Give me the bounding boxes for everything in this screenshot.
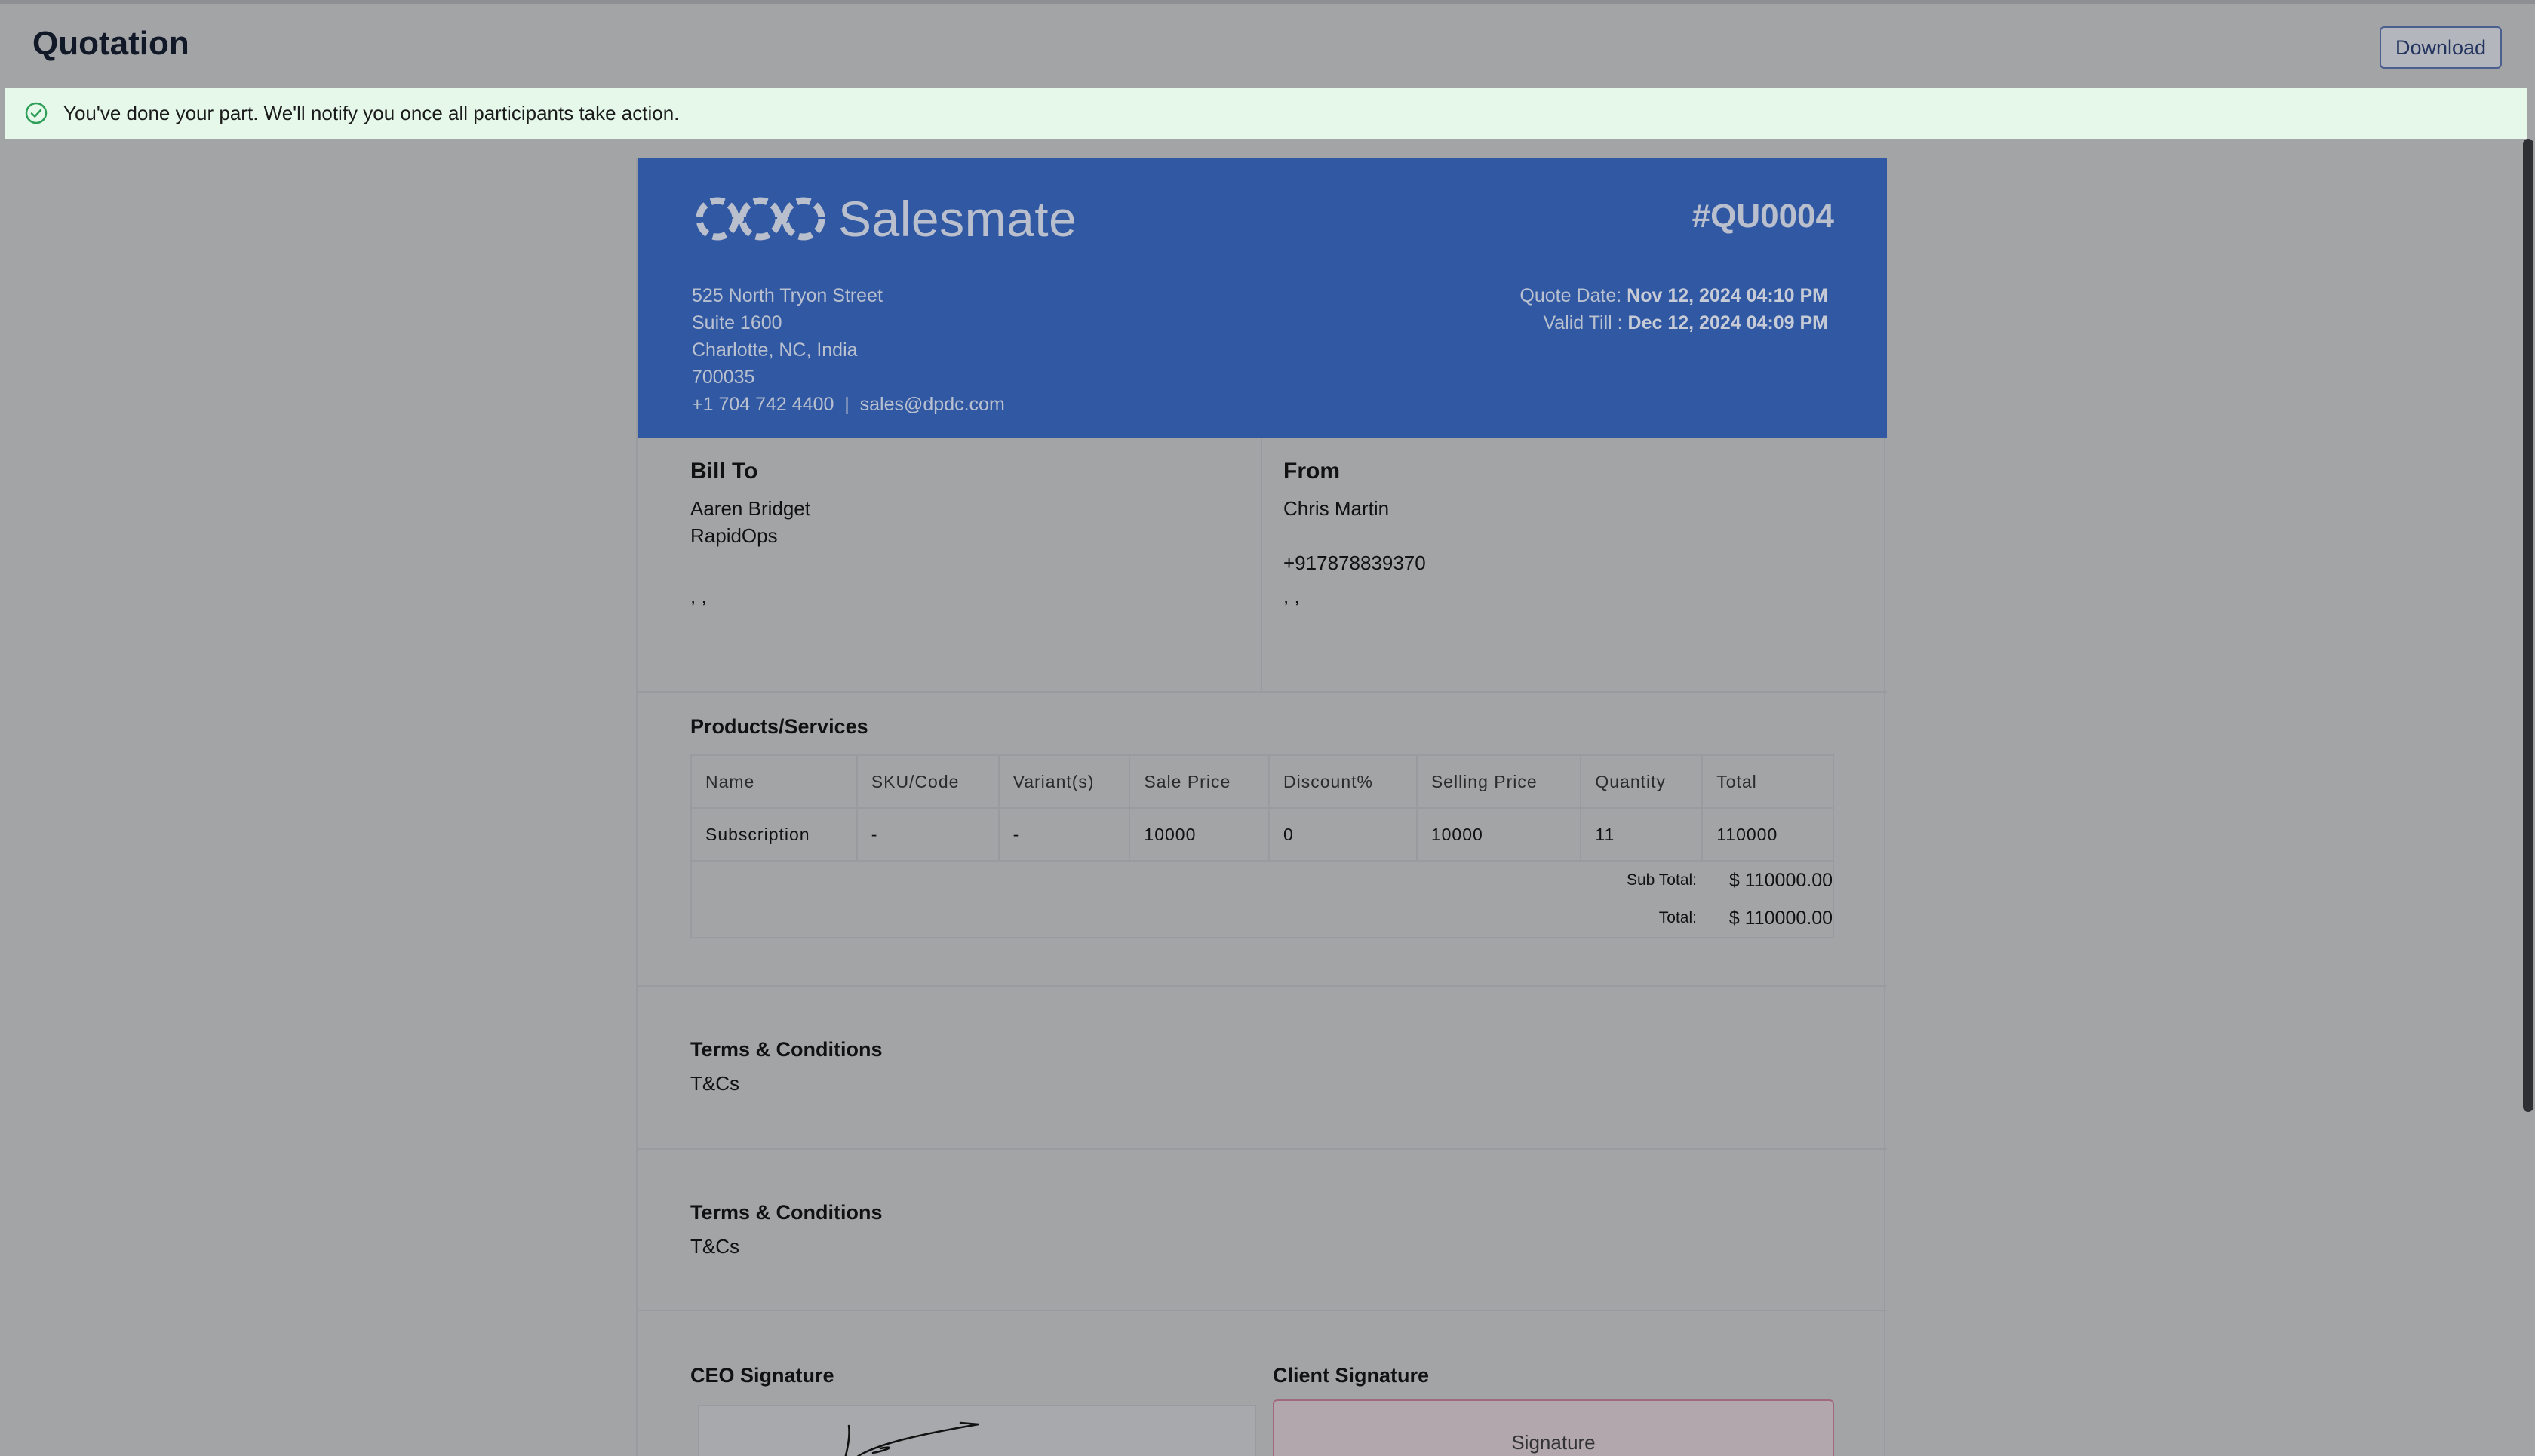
company-contact: +1 704 742 4400 | sales@dpdc.com bbox=[692, 394, 1005, 415]
quotation-document: Salesmate #QU0004 525 North Tryon Street… bbox=[636, 158, 1887, 1456]
column-header: SKU/Code bbox=[856, 754, 1000, 809]
download-button[interactable]: Download bbox=[2380, 26, 2502, 69]
total-row: Total: $ 110000.00 bbox=[1546, 899, 1833, 937]
page-title: Quotation bbox=[32, 25, 189, 62]
totals-block: Sub Total: $ 110000.00 Total: $ 110000.0… bbox=[690, 862, 1834, 938]
page-header: Quotation Download bbox=[0, 4, 2535, 87]
quote-date-label: Quote Date: bbox=[1519, 285, 1622, 306]
table-cell: 10000 bbox=[1129, 807, 1271, 862]
bill-to-name: Aaren Bridget bbox=[690, 497, 810, 520]
bill-to-company: RapidOps bbox=[690, 524, 778, 547]
section-divider bbox=[638, 985, 1887, 987]
table-cell: 11 bbox=[1580, 807, 1704, 862]
quote-number: #QU0004 bbox=[1692, 198, 1834, 235]
address-line: Suite 1600 bbox=[692, 312, 782, 333]
table-header-row: Name SKU/Code Variant(s) Sale Price Disc… bbox=[690, 754, 1834, 809]
quote-date: Nov 12, 2024 04:10 PM bbox=[1627, 285, 1828, 306]
table-cell: - bbox=[997, 807, 1131, 862]
client-signature-label: Client Signature bbox=[1273, 1364, 1430, 1387]
check-circle-icon bbox=[25, 102, 48, 124]
bill-to-address: , , bbox=[690, 585, 707, 607]
ceo-signature-box bbox=[698, 1405, 1256, 1456]
subtotal-row: Sub Total: $ 110000.00 bbox=[1546, 862, 1833, 899]
terms-heading: Terms & Conditions bbox=[690, 1201, 883, 1224]
from-heading: From bbox=[1283, 459, 1340, 484]
table-cell: - bbox=[856, 807, 1000, 862]
page-scrollbar[interactable] bbox=[2520, 139, 2535, 1456]
ceo-signature-image bbox=[844, 1421, 979, 1456]
address-line: Charlotte, NC, India bbox=[692, 339, 858, 361]
terms-section: Terms & Conditions T&Cs bbox=[690, 1201, 883, 1258]
address-line: 525 North Tryon Street bbox=[692, 285, 883, 306]
products-table: Name SKU/Code Variant(s) Sale Price Disc… bbox=[690, 754, 1834, 862]
quote-dates: Quote Date: Nov 12, 2024 04:10 PM Valid … bbox=[1519, 282, 1828, 336]
banner-message: You've done your part. We'll notify you … bbox=[63, 101, 680, 124]
subtotal-value: $ 110000.00 bbox=[1728, 869, 1833, 891]
bill-to-block: Bill To Aaren Bridget RapidOps , , bbox=[638, 438, 1262, 693]
success-banner: You've done your part. We'll notify you … bbox=[5, 88, 2527, 139]
section-divider bbox=[638, 1310, 1887, 1311]
from-blank bbox=[1283, 522, 1887, 549]
column-header: Discount% bbox=[1268, 754, 1418, 809]
parties-section: Bill To Aaren Bridget RapidOps , , From … bbox=[638, 438, 1887, 693]
column-header: Variant(s) bbox=[997, 754, 1131, 809]
column-header: Quantity bbox=[1580, 754, 1704, 809]
table-cell: Subscription bbox=[690, 807, 858, 862]
client-signature-field[interactable]: Signature bbox=[1273, 1399, 1834, 1456]
column-header: Selling Price bbox=[1415, 754, 1582, 809]
column-header: Name bbox=[690, 754, 858, 809]
from-address: , , bbox=[1283, 585, 1300, 607]
bill-to-heading: Bill To bbox=[690, 459, 758, 484]
address-line: 700035 bbox=[692, 367, 755, 388]
section-divider bbox=[638, 1148, 1887, 1150]
table-cell: 110000 bbox=[1701, 807, 1834, 862]
bill-to-blank bbox=[690, 549, 1261, 576]
total-value: $ 110000.00 bbox=[1728, 907, 1833, 929]
terms-body: T&Cs bbox=[690, 1235, 739, 1258]
table-cell: 0 bbox=[1268, 807, 1418, 862]
column-header: Total bbox=[1701, 754, 1834, 809]
salesmate-logo-icon bbox=[696, 197, 825, 241]
total-label: Total: bbox=[1658, 909, 1697, 926]
scrollbar-thumb[interactable] bbox=[2523, 139, 2533, 1112]
column-header: Sale Price bbox=[1129, 754, 1271, 809]
brand-logo: Salesmate bbox=[690, 190, 1077, 247]
company-address: 525 North Tryon Street Suite 1600 Charlo… bbox=[692, 282, 1005, 418]
products-title: Products/Services bbox=[690, 715, 868, 738]
terms-heading: Terms & Conditions bbox=[690, 1038, 883, 1061]
document-header: Salesmate #QU0004 525 North Tryon Street… bbox=[638, 158, 1887, 438]
brand-name: Salesmate bbox=[838, 191, 1077, 247]
table-cell: 10000 bbox=[1415, 807, 1582, 862]
table-row: Subscription - - 10000 0 10000 11 110000 bbox=[690, 807, 1834, 862]
terms-body: T&Cs bbox=[690, 1072, 739, 1095]
products-section: Products/Services Name SKU/Code Variant(… bbox=[690, 715, 1834, 938]
valid-till-date: Dec 12, 2024 04:09 PM bbox=[1627, 312, 1828, 333]
terms-section: Terms & Conditions T&Cs bbox=[690, 1038, 883, 1095]
valid-till-label: Valid Till : bbox=[1543, 312, 1623, 333]
from-name: Chris Martin bbox=[1283, 497, 1390, 520]
ceo-signature-label: CEO Signature bbox=[690, 1364, 834, 1387]
from-phone: +917878839370 bbox=[1283, 551, 1426, 574]
subtotal-label: Sub Total: bbox=[1626, 871, 1697, 889]
from-block: From Chris Martin +917878839370 , , bbox=[1262, 438, 1887, 693]
